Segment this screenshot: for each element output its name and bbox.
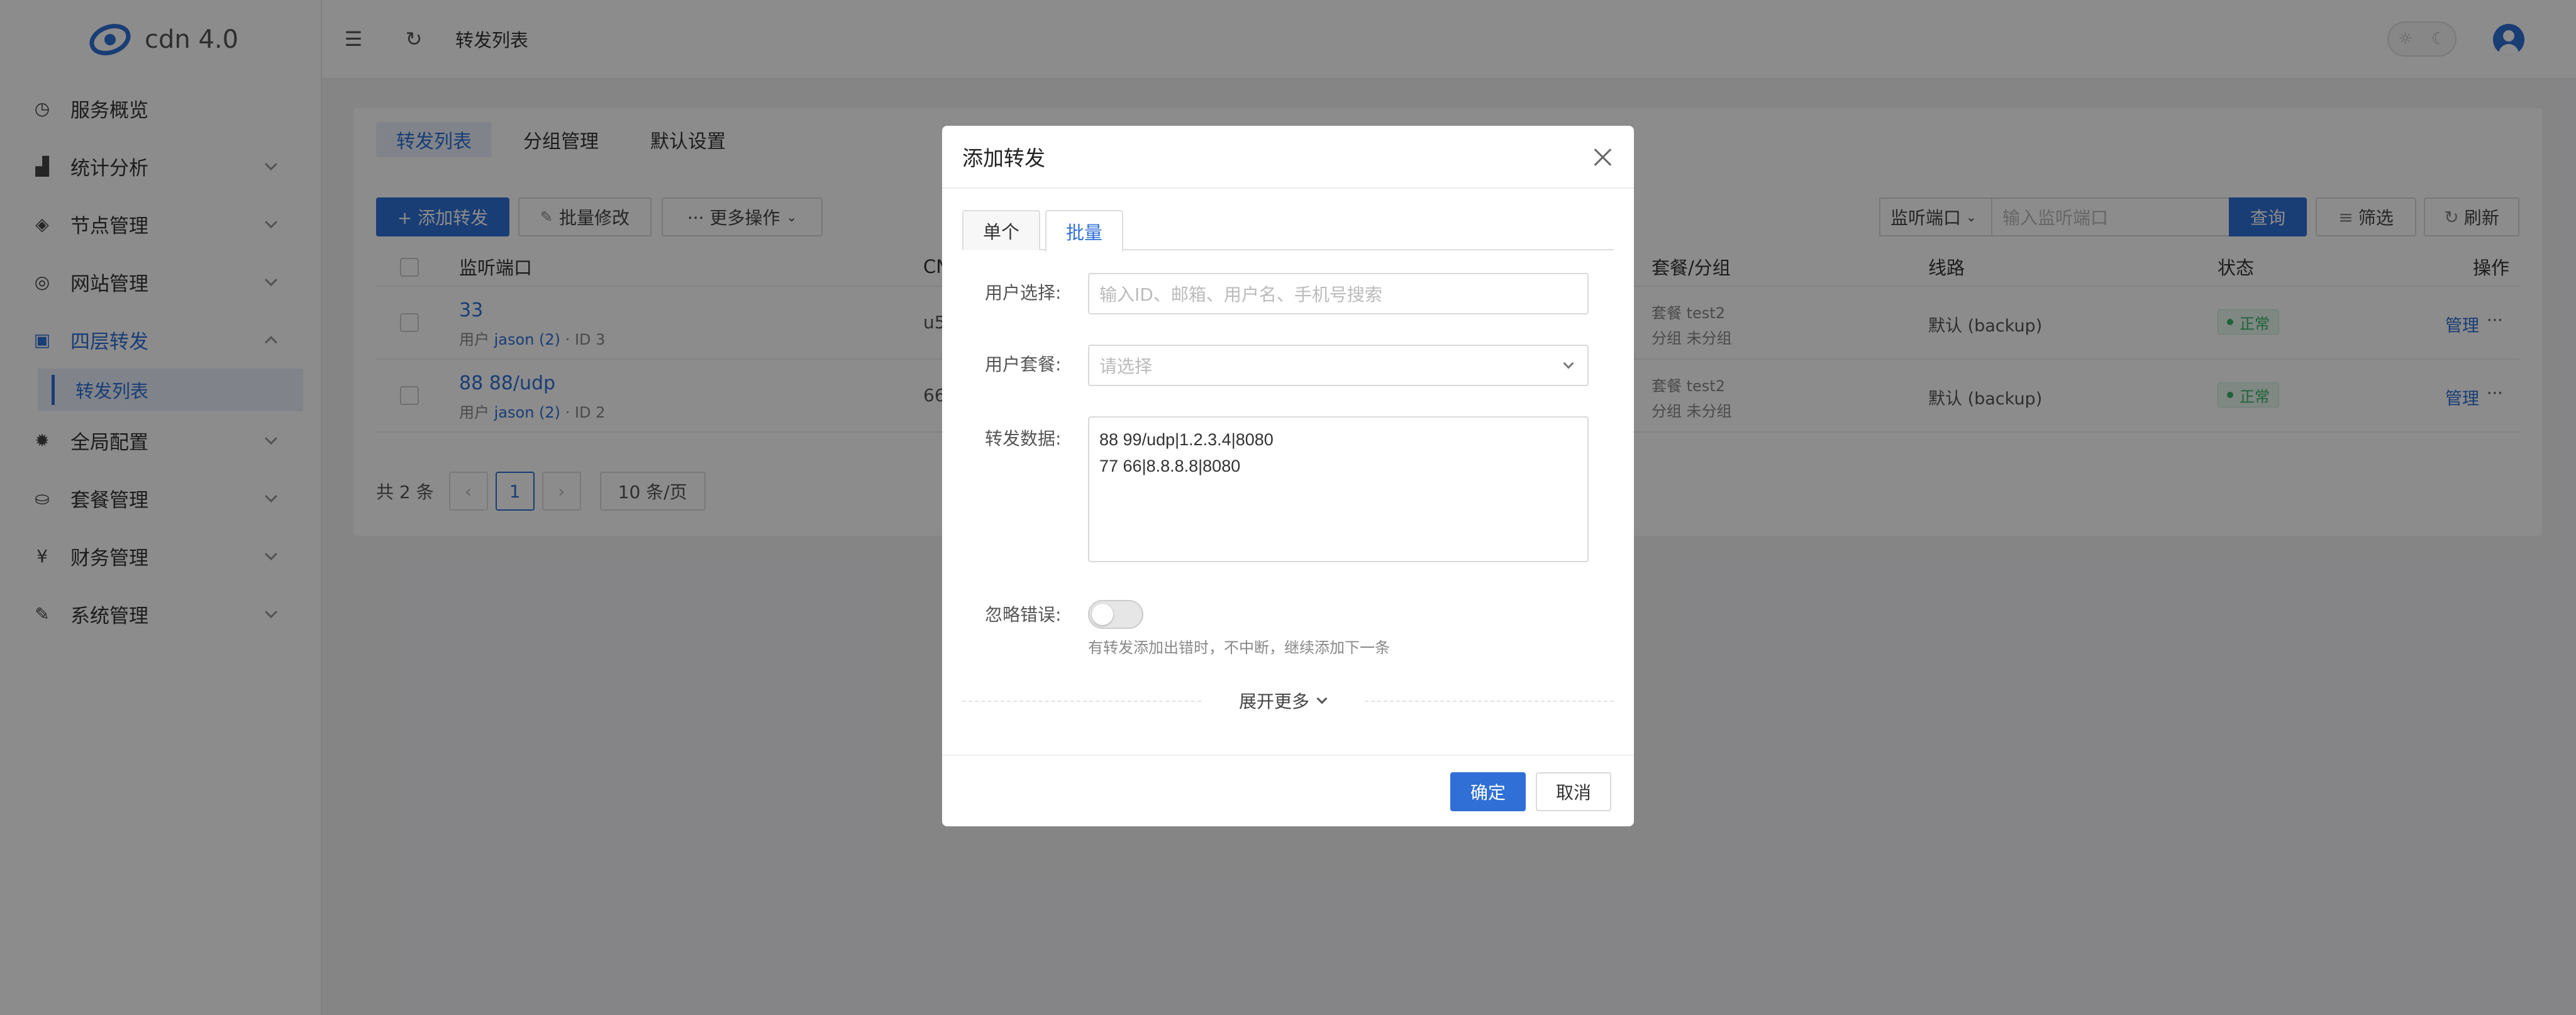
dialog-tabs: 单个 批量: [962, 210, 1614, 252]
forward-data-label: 转发数据:: [985, 428, 1062, 449]
chevron-down-icon: [1316, 693, 1328, 704]
expand-more-button[interactable]: 展开更多: [1239, 688, 1328, 713]
close-icon[interactable]: [1590, 145, 1615, 170]
confirm-button[interactable]: 确定: [1450, 772, 1526, 811]
tab-batch[interactable]: 批量: [1045, 210, 1123, 252]
ignore-errors-label: 忽略错误:: [985, 604, 1062, 625]
user-search-input[interactable]: 输入ID、邮箱、用户名、手机号搜索: [1088, 273, 1589, 314]
divider: [1365, 701, 1614, 702]
dialog-header: 添加转发: [942, 126, 1634, 189]
user-select-label: 用户选择:: [985, 282, 1062, 303]
dialog-title: 添加转发: [962, 146, 1045, 170]
plan-select-placeholder: 请选择: [1099, 356, 1153, 377]
ignore-errors-hint: 有转发添加出错时，不中断，继续添加下一条: [1088, 639, 1390, 657]
chevron-down-icon: [1563, 358, 1574, 369]
ignore-errors-toggle[interactable]: [1088, 600, 1143, 629]
user-plan-label: 用户套餐:: [985, 354, 1062, 375]
dialog-footer: 确定 取消: [942, 755, 1634, 826]
divider: [962, 701, 1201, 702]
user-plan-select[interactable]: 请选择: [1088, 345, 1589, 386]
forward-data-textarea[interactable]: 88 99/udp|1.2.3.4|8080 77 66|8.8.8.8|808…: [1088, 416, 1589, 562]
expand-more-label: 展开更多: [1239, 691, 1310, 712]
add-forward-dialog: 添加转发 单个 批量 用户选择: 输入ID、邮箱、用户名、手机号搜索 用户套餐:…: [942, 126, 1634, 826]
tab-single[interactable]: 单个: [962, 210, 1040, 250]
cancel-button[interactable]: 取消: [1536, 772, 1611, 811]
